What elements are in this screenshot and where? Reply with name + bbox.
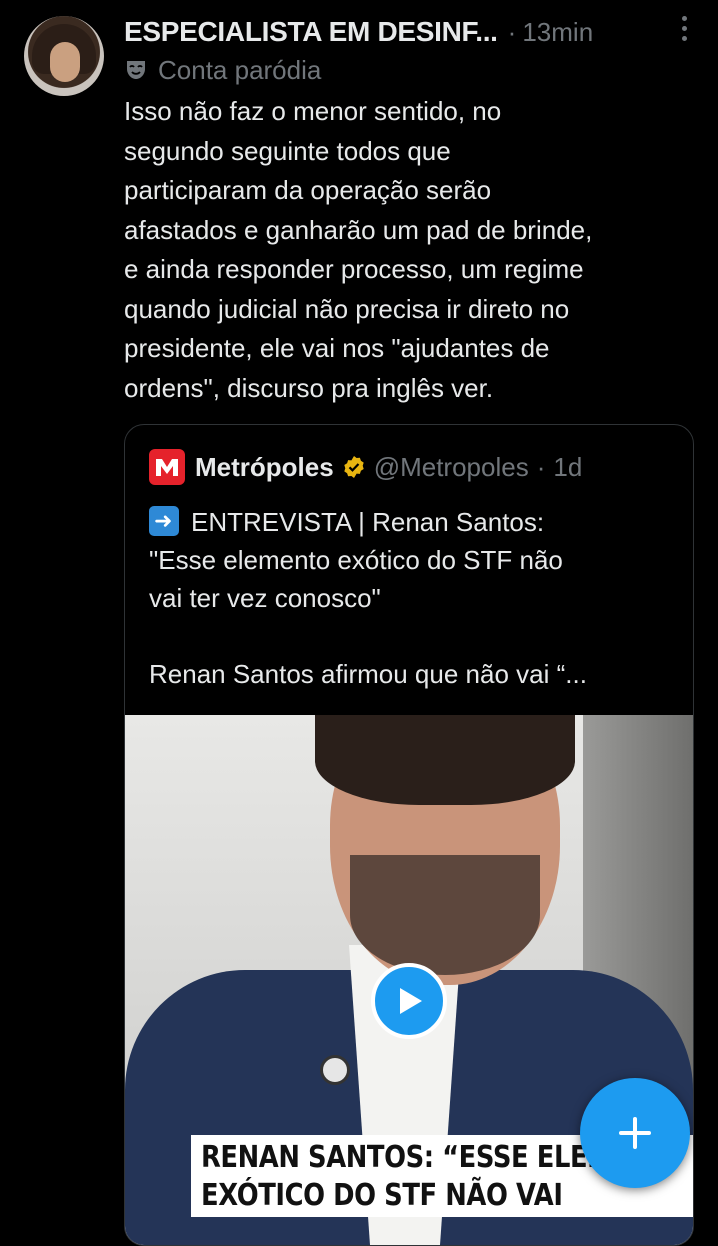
quoted-author-handle[interactable]: @Metropoles <box>374 452 529 483</box>
metropoles-logo-icon <box>149 449 185 485</box>
parody-badge: Conta paródia <box>124 52 321 88</box>
post-header: ESPECIALISTA EM DESINF... · 13min <box>124 12 688 52</box>
parody-label: Conta paródia <box>158 54 322 85</box>
lapel-pin <box>320 1055 350 1085</box>
plus-icon <box>619 1117 651 1149</box>
author-avatar[interactable] <box>24 16 104 96</box>
separator-dot: · <box>536 451 546 482</box>
quoted-author-name[interactable]: Metrópoles <box>195 452 334 483</box>
arrow-right-icon <box>149 506 179 536</box>
author-name[interactable]: ESPECIALISTA EM DESINF... <box>124 16 498 48</box>
more-options-icon[interactable] <box>680 16 688 41</box>
play-icon <box>400 988 422 1014</box>
quoted-post-header: Metrópoles @Metropoles · 1d <box>149 447 582 487</box>
separator-dot: · <box>507 16 517 47</box>
post-time[interactable]: 13min <box>522 17 593 48</box>
verified-badge-icon <box>343 456 364 478</box>
quoted-text: ENTREVISTA | Renan Santos: "Esse element… <box>149 507 587 689</box>
compose-button[interactable] <box>580 1078 690 1188</box>
quoted-post-time: 1d <box>553 451 583 482</box>
theater-mask-icon <box>127 61 145 79</box>
play-button[interactable] <box>371 963 447 1039</box>
quoted-text-block: ENTREVISTA | Renan Santos: "Esse element… <box>149 503 679 693</box>
post-text: Isso não faz o menor sentido, no segundo… <box>124 96 593 403</box>
